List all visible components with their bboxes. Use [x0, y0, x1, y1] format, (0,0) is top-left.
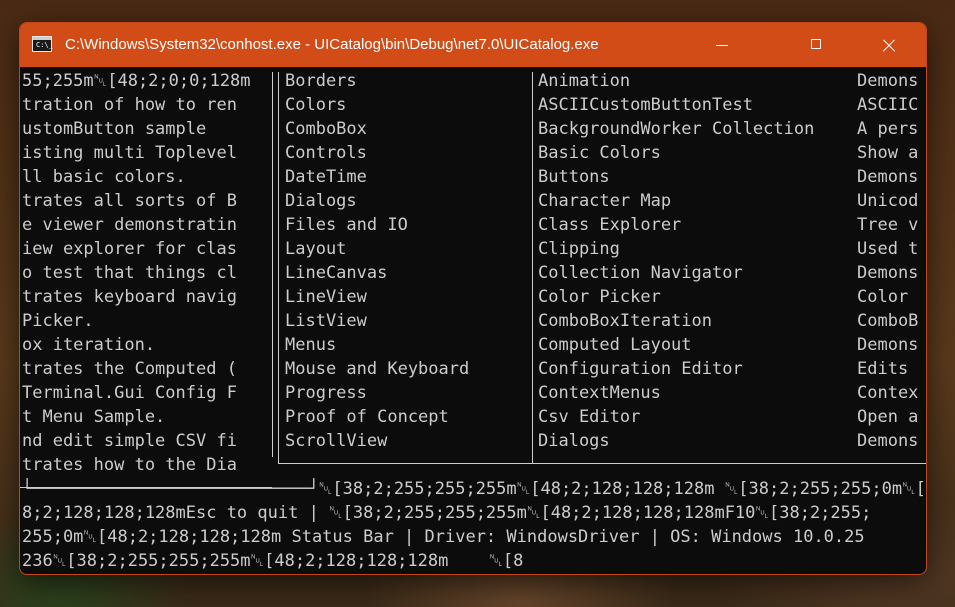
scenario-item[interactable]: Basic Colors — [538, 141, 858, 165]
description-text: Used t — [857, 239, 919, 259]
scenario-item[interactable]: Collection Navigator — [538, 261, 858, 285]
scenario-item[interactable]: ComboBoxIteration — [538, 309, 858, 333]
description-text: Demons — [857, 335, 919, 355]
maximize-icon — [811, 39, 821, 49]
description-text: Unicod — [857, 191, 919, 211]
left-panel: 55;255m␀[48;2;0;0;128m tration of how to … — [22, 69, 267, 477]
left-panel-line: Terminal.Gui Config F — [22, 383, 237, 403]
window-title: C:\Windows\System32\conhost.exe - UICata… — [65, 36, 599, 53]
scenario-item[interactable]: Class Explorer — [538, 213, 858, 237]
category-item[interactable]: ComboBox — [285, 117, 530, 141]
scenario-item[interactable]: ASCIICustomButtonTest — [538, 93, 858, 117]
category-item[interactable]: Borders — [285, 69, 530, 93]
category-item[interactable]: Colors — [285, 93, 530, 117]
description-text: Color — [857, 287, 919, 307]
status-line: └───────────────────────────┘␀[38;2;255;… — [22, 479, 926, 499]
console-icon[interactable]: C:\_ — [32, 36, 53, 52]
scenario-item[interactable]: Dialogs — [538, 429, 858, 453]
minimize-button[interactable] — [700, 23, 746, 67]
scenario-item[interactable]: Clipping — [538, 237, 858, 261]
description-text: Demons — [857, 167, 919, 187]
description-text: Edits — [857, 359, 919, 379]
scenario-item[interactable]: Character Map — [538, 189, 858, 213]
title-bar[interactable]: C:\_ C:\Windows\System32\conhost.exe - U… — [20, 23, 926, 67]
left-panel-line: iew explorer for clas — [22, 239, 237, 259]
description-text: Show a — [857, 143, 919, 163]
description-text: Demons — [857, 431, 919, 451]
category-item[interactable]: Controls — [285, 141, 530, 165]
status-line: 236␀[38;2;255;255;255m␀[48;2;128;128;128… — [22, 551, 524, 571]
category-item[interactable]: Dialogs — [285, 189, 530, 213]
description-text: ASCIIC — [857, 95, 919, 115]
categories-list[interactable]: Borders Colors ComboBox Controls DateTime Dia… — [285, 69, 530, 453]
category-item[interactable]: Mouse and Keyboard — [285, 357, 530, 381]
description-text: Open a — [857, 407, 919, 427]
left-panel-line: t Menu Sample. — [22, 407, 166, 427]
category-item[interactable]: ListView — [285, 309, 530, 333]
description-text: Demons — [857, 263, 919, 283]
categories-bottom-border — [278, 463, 926, 464]
left-panel-line: ustomButton sample — [22, 119, 207, 139]
description-text: ComboB — [857, 311, 919, 331]
console-output[interactable]: 55;255m␀[48;2;0;0;128m tration of how to … — [20, 69, 926, 574]
scenario-item[interactable]: Configuration Editor — [538, 357, 858, 381]
scenario-item[interactable]: BackgroundWorker Collection — [538, 117, 858, 141]
status-line: 255;0m␀[48;2;128;128;128m Status Bar | D… — [22, 527, 865, 547]
left-panel-line: trates the Computed ( — [22, 359, 237, 379]
categories-left-border — [278, 72, 279, 463]
scenario-item[interactable]: Computed Layout — [538, 333, 858, 357]
maximize-button[interactable] — [795, 23, 841, 67]
category-item[interactable]: DateTime — [285, 165, 530, 189]
left-panel-line: ox iteration. — [22, 335, 156, 355]
left-panel-line: nd edit simple CSV fi — [22, 431, 237, 451]
description-text: A pers — [857, 119, 919, 139]
scenario-item[interactable]: Animation — [538, 69, 858, 93]
description-text: Demons — [857, 71, 919, 91]
category-item[interactable]: Menus — [285, 333, 530, 357]
left-panel-line: isting multi Toplevel — [22, 143, 237, 163]
category-item[interactable]: Layout — [285, 237, 530, 261]
left-panel-line: e viewer demonstratin — [22, 215, 237, 235]
category-item[interactable]: LineCanvas — [285, 261, 530, 285]
close-button[interactable] — [865, 23, 911, 67]
descriptions-column: Demons ASCIIC A pers Show a Demons Unicod Tree… — [857, 69, 926, 453]
category-item[interactable]: Proof of Concept — [285, 405, 530, 429]
console-window: C:\_ C:\Windows\System32\conhost.exe - U… — [19, 22, 927, 575]
category-item[interactable]: ScrollView — [285, 429, 530, 453]
scenarios-list[interactable]: Animation ASCIICustomButtonTest Background… — [538, 69, 858, 453]
description-text: Contex — [857, 383, 919, 403]
status-line: 8;2;128;128;128mEsc to quit | ␀[38;2;255… — [22, 503, 872, 523]
category-item[interactable]: Progress — [285, 381, 530, 405]
scenario-item[interactable]: ContextMenus — [538, 381, 858, 405]
status-bar: └───────────────────────────┘␀[38;2;255;… — [20, 477, 926, 573]
left-panel-line: Picker. — [22, 311, 94, 331]
categories-right-border — [532, 72, 533, 463]
left-panel-line: tration of how to ren — [22, 95, 237, 115]
category-item[interactable]: LineView — [285, 285, 530, 309]
scenario-item[interactable]: Buttons — [538, 165, 858, 189]
left-panel-line: trates all sorts of B — [22, 191, 237, 211]
left-panel-border — [272, 72, 273, 457]
left-panel-line: 55;255m␀[48;2;0;0;128m — [22, 71, 251, 91]
description-text: Tree v — [857, 215, 919, 235]
category-item[interactable]: Files and IO — [285, 213, 530, 237]
left-panel-line: ll basic colors. — [22, 167, 186, 187]
console-icon-glyph: C:\_ — [36, 41, 53, 49]
scenario-item[interactable]: Color Picker — [538, 285, 858, 309]
left-panel-line: trates how to the Dia — [22, 455, 237, 475]
scenario-item[interactable]: Csv Editor — [538, 405, 858, 429]
minimize-icon — [716, 45, 728, 46]
left-panel-line: trates keyboard navig — [22, 287, 237, 307]
left-panel-line: o test that things cl — [22, 263, 237, 283]
